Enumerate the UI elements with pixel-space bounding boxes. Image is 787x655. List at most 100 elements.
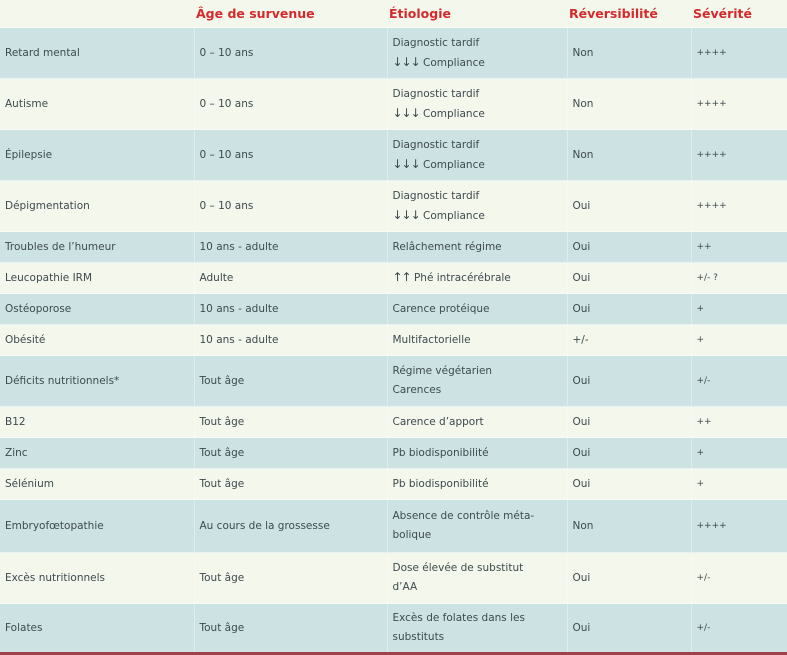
etiology-line1: Carence d’apport	[392, 415, 484, 428]
etiology-line2: d’AA	[392, 581, 418, 593]
down-arrows-icon: ↓↓↓	[392, 156, 421, 171]
header-condition	[0, 0, 194, 28]
cell-reversibility: Non	[566, 78, 691, 130]
cell-etiology: Multifactorielle	[386, 324, 567, 356]
etiology-line1: Pb biodisponibilité	[392, 446, 489, 459]
etiology-line1: Absence de contrôle méta-	[392, 510, 535, 522]
cell-age: Tout âge	[193, 355, 387, 407]
cell-severity: +	[690, 324, 787, 356]
cell-age: 0 – 10 ans	[193, 78, 387, 130]
header-etiology: Étiologie	[387, 0, 567, 28]
cell-etiology: Régime végétarien Carences	[386, 355, 567, 407]
cell-age: 0 – 10 ans	[193, 180, 387, 232]
etiology-line1: Relâchement régime	[392, 240, 502, 253]
table-row: Troubles de l’humeur 10 ans - adulte Relâc…	[0, 231, 787, 263]
cell-severity: ++	[690, 231, 787, 263]
table-row: Sélénium Tout âge Pb biodisponibilité Oui +	[0, 468, 787, 500]
cell-etiology: Diagnostic tardif ↓↓↓ Compliance	[386, 27, 567, 79]
cell-etiology: Pb biodisponibilité	[386, 437, 567, 469]
etiology-line2: Compliance	[423, 56, 485, 69]
cell-reversibility: Non	[566, 499, 691, 553]
header-severity: Sévérité	[691, 0, 787, 28]
etiology-line2: Compliance	[423, 158, 485, 171]
header-row: Âge de survenue Étiologie Réversibilité …	[0, 0, 787, 28]
cell-severity: ++++	[690, 180, 787, 232]
cell-etiology: Dose élevée de substitut d’AA	[386, 552, 567, 604]
cell-severity: +/-	[690, 355, 787, 407]
cell-etiology: Carence d’apport	[386, 406, 567, 438]
cell-condition: Retard mental	[0, 27, 194, 79]
etiology-line1: Diagnostic tardif	[392, 36, 480, 49]
table-row: Déficits nutritionnels* Tout âge Régime vé…	[0, 355, 787, 407]
cell-severity: +/-	[690, 552, 787, 604]
etiology-line1: Carence protéique	[392, 302, 490, 315]
cell-severity: ++++	[690, 27, 787, 79]
table-row: Zinc Tout âge Pb biodisponibilité Oui +	[0, 437, 787, 469]
etiology-line1: Diagnostic tardif	[392, 189, 480, 202]
etiology-line1: Multifactorielle	[392, 333, 471, 346]
cell-condition: B12	[0, 406, 194, 438]
cell-reversibility: Oui	[566, 406, 691, 438]
cell-etiology: ↑↑ Phé intracérébrale	[386, 262, 567, 294]
cell-condition: Sélénium	[0, 468, 194, 500]
down-arrows-icon: ↓↓↓	[392, 54, 421, 69]
down-arrows-icon: ↓↓↓	[392, 207, 421, 222]
etiology-line1: Diagnostic tardif	[392, 87, 480, 100]
cell-etiology: Diagnostic tardif ↓↓↓ Compliance	[386, 78, 567, 130]
cell-age: Tout âge	[193, 406, 387, 438]
cell-age: 0 – 10 ans	[193, 129, 387, 181]
cell-condition: Dépigmentation	[0, 180, 194, 232]
cell-reversibility: Non	[566, 129, 691, 181]
cell-condition: Troubles de l’humeur	[0, 231, 194, 263]
cell-condition: Embryofœtopathie	[0, 499, 194, 553]
etiology-line2: Compliance	[423, 209, 485, 222]
cell-severity: +	[690, 468, 787, 500]
table-row: Excès nutritionnels Tout âge Dose élevée d…	[0, 552, 787, 604]
table-row: Leucopathie IRM Adulte ↑↑ Phé intracérébra…	[0, 262, 787, 294]
header-reversibility: Réversibilité	[567, 0, 691, 28]
up-arrows-icon: ↑↑	[392, 270, 412, 284]
complications-table: Âge de survenue Étiologie Réversibilité …	[0, 0, 787, 655]
cell-severity: +	[690, 293, 787, 325]
cell-condition: Excès nutritionnels	[0, 552, 194, 604]
cell-condition: Déficits nutritionnels*	[0, 355, 194, 407]
cell-etiology: Absence de contrôle méta-bolique	[386, 499, 567, 553]
cell-reversibility: Oui	[566, 262, 691, 294]
cell-condition: Autisme	[0, 78, 194, 130]
cell-condition: Zinc	[0, 437, 194, 469]
etiology-line1: Diagnostic tardif	[392, 138, 480, 151]
cell-reversibility: Oui	[566, 437, 691, 469]
etiology-line2: substituts	[392, 631, 445, 643]
table-row: B12 Tout âge Carence d’apport Oui ++	[0, 406, 787, 438]
cell-condition: Épilepsie	[0, 129, 194, 181]
table-body: Retard mental 0 – 10 ans Diagnostic tardif…	[0, 27, 787, 655]
cell-severity: +/- ?	[690, 262, 787, 294]
cell-reversibility: +/-	[566, 324, 691, 356]
cell-condition: Leucopathie IRM	[0, 262, 194, 294]
header-age: Âge de survenue	[194, 0, 387, 28]
cell-age: Tout âge	[193, 552, 387, 604]
cell-condition: Folates	[0, 603, 194, 655]
cell-age: Tout âge	[193, 468, 387, 500]
cell-reversibility: Oui	[566, 603, 691, 655]
etiology-line1: Excès de folates dans les	[392, 612, 525, 624]
table-row: Dépigmentation 0 – 10 ans Diagnostic tardi…	[0, 180, 787, 232]
etiology-line1: Régime végétarien	[392, 365, 493, 377]
etiology-line1: Phé intracérébrale	[413, 272, 511, 284]
cell-reversibility: Non	[566, 27, 691, 79]
etiology-line1: Pb biodisponibilité	[392, 477, 489, 490]
cell-age: Au cours de la grossesse	[193, 499, 387, 553]
cell-etiology: Diagnostic tardif ↓↓↓ Compliance	[386, 180, 567, 232]
cell-age: 10 ans - adulte	[193, 293, 387, 325]
etiology-line2: Compliance	[423, 107, 485, 120]
cell-condition: Obésité	[0, 324, 194, 356]
cell-reversibility: Oui	[566, 552, 691, 604]
cell-severity: +	[690, 437, 787, 469]
cell-condition: Ostéoporose	[0, 293, 194, 325]
cell-etiology: Excès de folates dans les substituts	[386, 603, 567, 655]
cell-reversibility: Oui	[566, 231, 691, 263]
table-row: Folates Tout âge Excès de folates dans les…	[0, 603, 787, 655]
etiology-line2: Carences	[392, 384, 442, 396]
cell-etiology: Pb biodisponibilité	[386, 468, 567, 500]
cell-age: Adulte	[193, 262, 387, 294]
